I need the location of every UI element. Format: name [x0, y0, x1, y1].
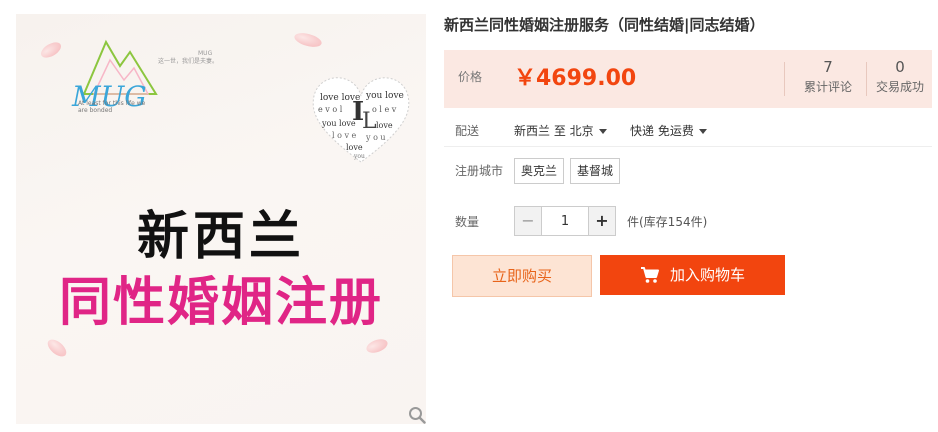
- price-label: 价格: [458, 70, 483, 84]
- price-box: 价格 ￥4699.00 7 累计评论 0 交易成功: [444, 50, 932, 108]
- add-to-cart-label: 加入购物车: [669, 266, 745, 284]
- stat-divider: [784, 62, 785, 96]
- quantity-minus-button[interactable]: −: [515, 207, 541, 235]
- shipping-route-select[interactable]: 新西兰 至 北京: [514, 122, 607, 139]
- product-title: 新西兰同性婚姻注册服务（同性结婚|同志结婚）: [444, 16, 765, 34]
- svg-text:e v o l: e v o l: [318, 105, 343, 114]
- sales-stat: 0 交易成功: [870, 58, 930, 95]
- svg-text:you love: you love: [365, 91, 404, 101]
- buy-now-button[interactable]: 立即购买: [452, 255, 592, 297]
- svg-text:you: you: [353, 153, 365, 160]
- reviews-count: 7: [823, 58, 833, 76]
- quantity-plus-button[interactable]: +: [589, 207, 615, 235]
- petal-decoration: [364, 336, 390, 356]
- shopping-cart-icon: [640, 267, 659, 283]
- chevron-down-icon: [698, 129, 707, 134]
- chevron-down-icon: [598, 129, 607, 134]
- product-image[interactable]: MUG At least for this life we are bonded…: [16, 14, 426, 424]
- reviews-label: 累计评论: [803, 80, 852, 94]
- petal-decoration: [292, 30, 324, 50]
- svg-text:you love: you love: [321, 119, 356, 128]
- reviews-stat[interactable]: 7 累计评论: [800, 58, 856, 95]
- svg-text:l o v e: l o v e: [332, 131, 357, 140]
- petal-decoration: [44, 336, 70, 360]
- sales-count: 0: [895, 58, 905, 76]
- shipping-label: 配送: [455, 124, 480, 138]
- quantity-stepper: − +: [514, 206, 616, 236]
- shipping-method: 快递 免运费: [630, 124, 694, 138]
- quantity-label: 数量: [455, 215, 480, 229]
- mug-logo: MUG: [71, 39, 158, 113]
- city-option-christchurch[interactable]: 基督城: [570, 158, 621, 184]
- zoom-icon[interactable]: [408, 406, 426, 424]
- svg-text:love: love: [376, 121, 393, 130]
- logo-slogan: 这一世，我们是夫妻。: [158, 58, 219, 66]
- image-title-line2: 同性婚姻注册: [58, 273, 383, 333]
- add-to-cart-button[interactable]: 加入购物车: [600, 255, 785, 295]
- logo-tagline: At least for this life we are bonded: [78, 100, 146, 115]
- city-option-auckland[interactable]: 奥克兰: [514, 158, 565, 184]
- svg-text:L: L: [362, 109, 377, 134]
- stat-divider: [866, 62, 867, 96]
- sales-label: 交易成功: [875, 80, 924, 94]
- price-value: ￥4699.00: [514, 66, 637, 91]
- shipping-route: 新西兰 至 北京: [514, 124, 594, 138]
- heart-typography-art: love love you love e v o l o l e v I L y…: [312, 77, 410, 163]
- image-title-line1: 新西兰: [136, 206, 305, 267]
- svg-text:y o u: y o u: [365, 133, 386, 142]
- quantity-input[interactable]: [541, 207, 589, 235]
- shipping-method-select[interactable]: 快递 免运费: [630, 122, 707, 139]
- divider: [444, 146, 932, 147]
- petal-decoration: [38, 39, 64, 61]
- logo-brand-block: MUG 这一世，我们是夫妻。: [158, 50, 218, 67]
- city-label: 注册城市: [455, 164, 504, 178]
- stock-text: 件(库存154件): [627, 215, 708, 229]
- svg-text:love: love: [346, 143, 363, 152]
